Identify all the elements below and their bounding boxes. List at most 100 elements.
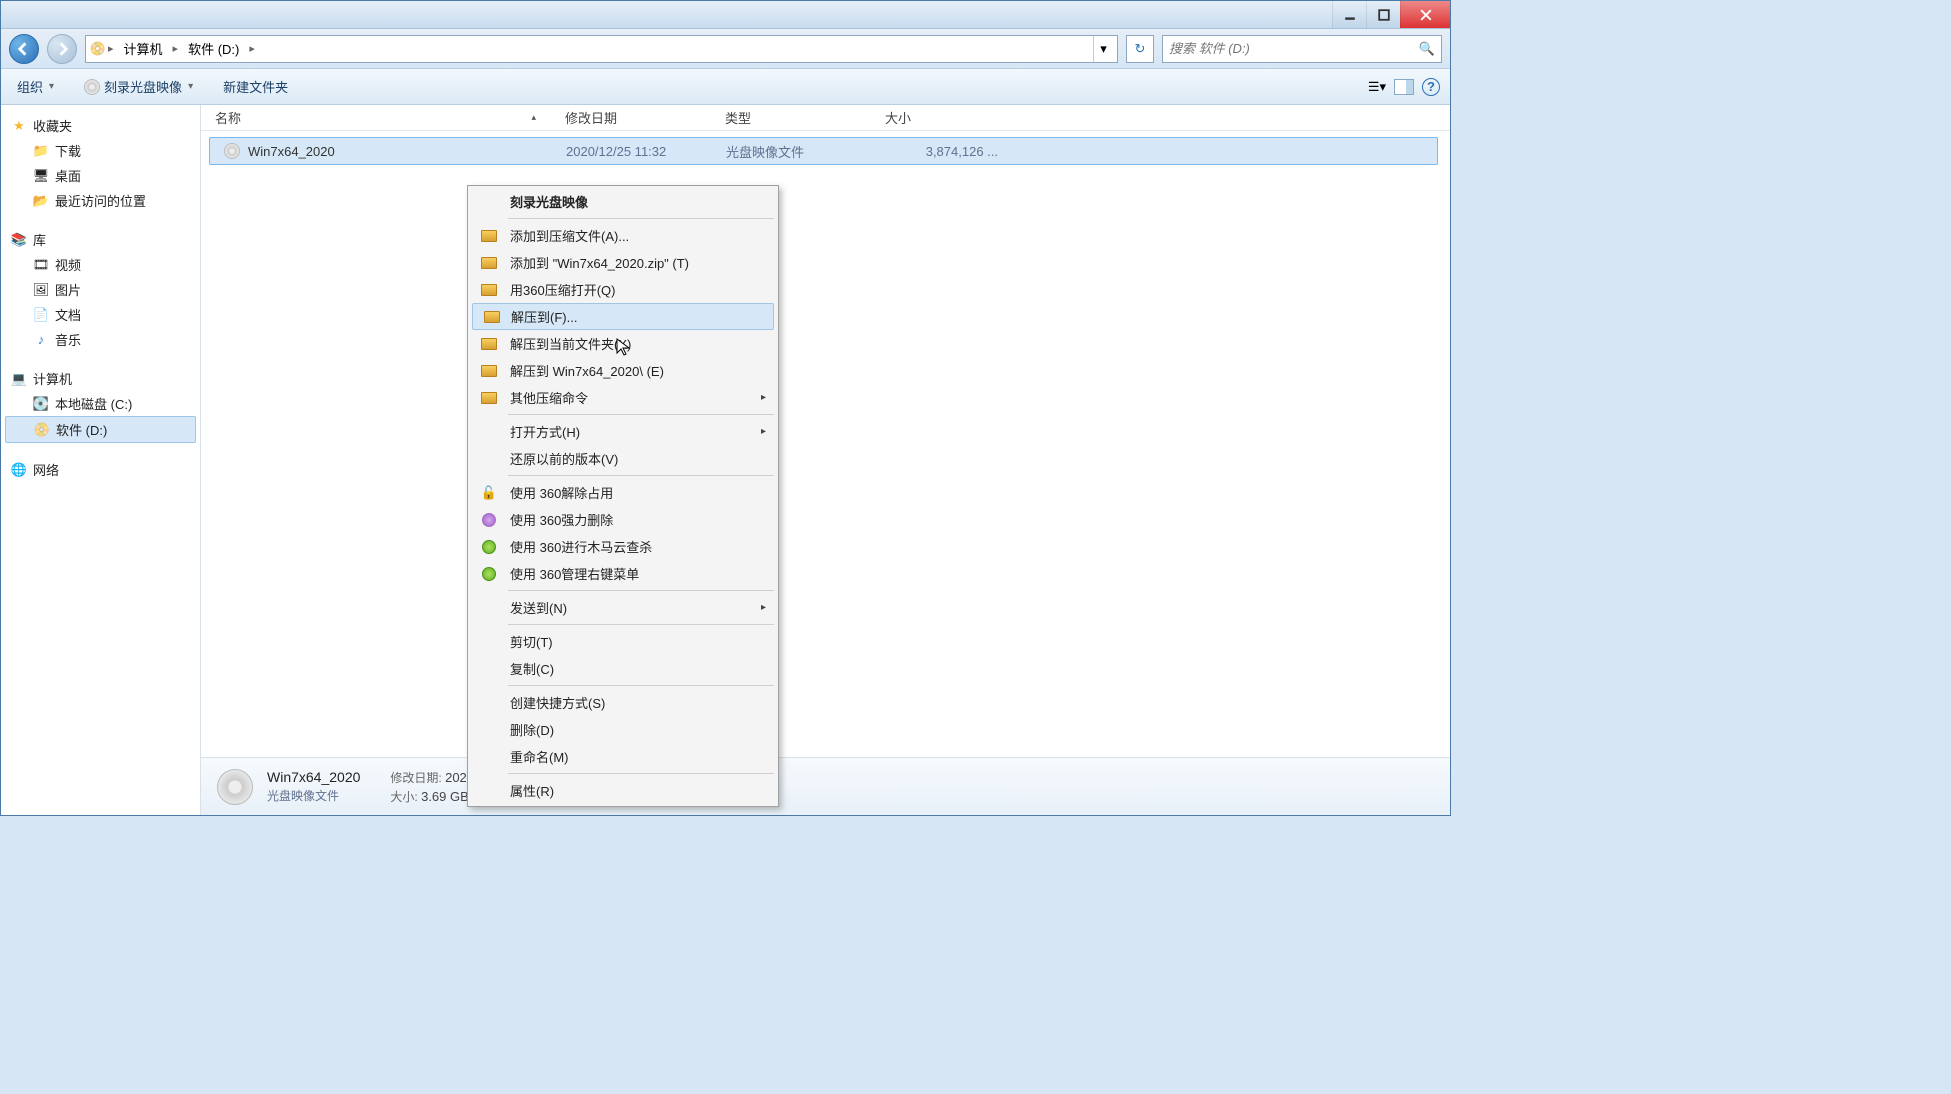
disc-icon — [84, 79, 100, 95]
file-list[interactable]: Win7x64_2020 2020/12/25 11:32 光盘映像文件 3,8… — [201, 131, 1450, 757]
preview-pane-button[interactable] — [1394, 79, 1414, 95]
sidebar-label: 文档 — [55, 305, 81, 324]
breadcrumb-computer[interactable]: 计算机 — [116, 37, 171, 60]
details-size-label: 大小: — [390, 790, 417, 804]
ctx-add-to-zip[interactable]: 添加到压缩文件(A)... — [470, 222, 776, 249]
ctx-separator — [508, 773, 774, 774]
music-icon: ♪ — [33, 332, 49, 348]
sidebar-computer[interactable]: 💻计算机 — [1, 366, 200, 391]
col-type[interactable]: 类型 — [711, 105, 871, 130]
zip-icon — [483, 308, 501, 326]
col-label: 名称 — [215, 108, 241, 127]
lock-icon: 🔓 — [480, 484, 498, 502]
ctx-360-manage-menu[interactable]: 使用 360管理右键菜单 — [470, 560, 776, 587]
view-options-button[interactable]: ☰▾ — [1368, 78, 1386, 96]
search-box[interactable]: 🔍 — [1162, 35, 1442, 63]
back-button[interactable] — [9, 34, 39, 64]
ctx-rename[interactable]: 重命名(M) — [470, 743, 776, 770]
sidebar-desktop[interactable]: 🖥桌面 — [1, 163, 200, 188]
new-folder-button[interactable]: 新建文件夹 — [217, 74, 294, 99]
drive-icon: 📀 — [34, 422, 50, 438]
zip-icon — [480, 362, 498, 380]
ctx-label: 用360压缩打开(Q) — [510, 280, 615, 299]
file-size: 3,874,126 ... — [872, 144, 1012, 159]
ctx-open-with[interactable]: 打开方式(H)▸ — [470, 418, 776, 445]
sidebar-local-disk-c[interactable]: 💽 本地磁盘 (C:) — [1, 391, 200, 416]
details-date-label: 修改日期: — [390, 771, 441, 785]
ctx-label: 添加到 "Win7x64_2020.zip" (T) — [510, 253, 689, 272]
sidebar-label: 本地磁盘 (C:) — [55, 394, 132, 413]
ctx-cut[interactable]: 剪切(T) — [470, 628, 776, 655]
ctx-extract-folder[interactable]: 解压到 Win7x64_2020\ (E) — [470, 357, 776, 384]
titlebar — [1, 1, 1450, 29]
ctx-extract-to[interactable]: 解压到(F)... — [472, 303, 774, 330]
burn-label: 刻录光盘映像 — [104, 77, 182, 96]
video-icon: 🎞 — [33, 257, 49, 273]
col-name[interactable]: 名称 ▴ — [201, 105, 551, 130]
help-button[interactable]: ? — [1422, 78, 1440, 96]
sidebar-label: 视频 — [55, 255, 81, 274]
sidebar-label: 桌面 — [55, 166, 81, 185]
forward-button[interactable] — [47, 34, 77, 64]
scan-icon — [480, 538, 498, 556]
ctx-send-to[interactable]: 发送到(N)▸ — [470, 594, 776, 621]
ctx-open-360zip[interactable]: 用360压缩打开(Q) — [470, 276, 776, 303]
chevron-right-icon: ▸ — [108, 42, 114, 55]
ctx-label: 使用 360进行木马云查杀 — [510, 537, 652, 556]
toolbar: 组织 刻录光盘映像 新建文件夹 ☰▾ ? — [1, 69, 1450, 105]
close-button[interactable] — [1400, 1, 1450, 28]
ctx-delete[interactable]: 删除(D) — [470, 716, 776, 743]
zip-icon — [480, 281, 498, 299]
ctx-burn-image[interactable]: 刻录光盘映像 — [470, 188, 776, 215]
sidebar-videos[interactable]: 🎞 视频 — [1, 252, 200, 277]
ctx-label: 使用 360管理右键菜单 — [510, 564, 639, 583]
docs-icon: 📄 — [33, 307, 49, 323]
ctx-separator — [508, 685, 774, 686]
drive-icon: 💽 — [33, 396, 49, 412]
sidebar-network[interactable]: 🌐网络 — [1, 457, 200, 482]
sort-arrow-icon: ▴ — [531, 112, 536, 123]
ctx-360-scan[interactable]: 使用 360进行木马云查杀 — [470, 533, 776, 560]
ctx-360-unlock[interactable]: 🔓使用 360解除占用 — [470, 479, 776, 506]
col-size[interactable]: 大小 — [871, 105, 1011, 130]
sidebar-favorites[interactable]: ★收藏夹 — [1, 113, 200, 138]
sidebar-downloads[interactable]: 📁下载 — [1, 138, 200, 163]
pictures-icon: 🖼 — [33, 282, 49, 298]
breadcrumb-dropdown[interactable]: ▾ — [1093, 36, 1113, 62]
sidebar-pictures[interactable]: 🖼图片 — [1, 277, 200, 302]
folder-icon: 📁 — [33, 143, 49, 159]
breadcrumb-drive[interactable]: 软件 (D:) — [180, 37, 247, 60]
refresh-button[interactable]: ↻ — [1126, 35, 1154, 63]
ctx-extract-here[interactable]: 解压到当前文件夹(X) — [470, 330, 776, 357]
breadcrumb[interactable]: 📀 ▸ 计算机 ▸ 软件 (D:) ▸ ▾ — [85, 35, 1118, 63]
organize-button[interactable]: 组织 — [11, 74, 60, 99]
sidebar-music[interactable]: ♪音乐 — [1, 327, 200, 352]
ctx-properties[interactable]: 属性(R) — [470, 777, 776, 804]
zip-icon — [480, 335, 498, 353]
col-date[interactable]: 修改日期 — [551, 105, 711, 130]
ctx-label: 使用 360强力删除 — [510, 510, 613, 529]
sidebar-recent[interactable]: 📂最近访问的位置 — [1, 188, 200, 213]
ctx-create-shortcut[interactable]: 创建快捷方式(S) — [470, 689, 776, 716]
file-date: 2020/12/25 11:32 — [552, 144, 712, 159]
ctx-restore-previous[interactable]: 还原以前的版本(V) — [470, 445, 776, 472]
ctx-other-compress[interactable]: 其他压缩命令▸ — [470, 384, 776, 411]
ctx-360-force-delete[interactable]: 使用 360强力删除 — [470, 506, 776, 533]
chevron-right-icon: ▸ — [249, 42, 255, 55]
file-row[interactable]: Win7x64_2020 2020/12/25 11:32 光盘映像文件 3,8… — [209, 137, 1438, 165]
details-pane: Win7x64_2020 光盘映像文件 修改日期: 2020/12/25 11:… — [201, 757, 1450, 815]
sidebar-software-d[interactable]: 📀软件 (D:) — [5, 416, 196, 443]
burn-image-button[interactable]: 刻录光盘映像 — [78, 74, 199, 99]
zip-icon — [480, 389, 498, 407]
ctx-copy[interactable]: 复制(C) — [470, 655, 776, 682]
ctx-add-to-named-zip[interactable]: 添加到 "Win7x64_2020.zip" (T) — [470, 249, 776, 276]
recent-icon: 📂 — [33, 193, 49, 209]
minimize-button[interactable] — [1332, 1, 1366, 28]
submenu-arrow-icon: ▸ — [761, 392, 766, 403]
ctx-label: 解压到(F)... — [511, 307, 577, 326]
search-input[interactable] — [1169, 41, 1419, 56]
ctx-separator — [508, 475, 774, 476]
maximize-button[interactable] — [1366, 1, 1400, 28]
sidebar-libraries[interactable]: 📚库 — [1, 227, 200, 252]
sidebar-documents[interactable]: 📄 文档 — [1, 302, 200, 327]
